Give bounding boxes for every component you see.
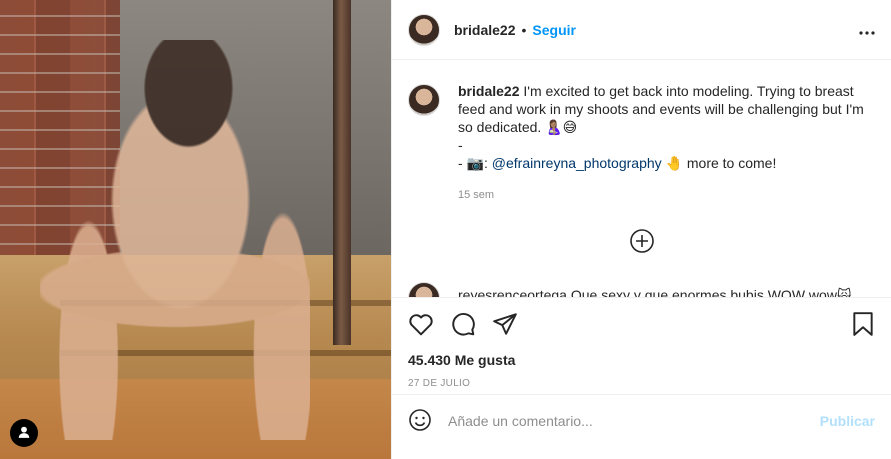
post-details-panel: bridale22 • Seguir bridale22 I'm excited… <box>391 0 891 459</box>
caption-timestamp[interactable]: 15 sem <box>458 186 875 204</box>
comment-item: reyesrenceortega Que sexy y que enormes … <box>408 282 852 297</box>
instagram-post: bridale22 • Seguir bridale22 I'm excited… <box>0 0 891 459</box>
post-date[interactable]: 27 DE JULIO <box>392 368 891 389</box>
share-paper-plane-icon[interactable] <box>492 312 518 336</box>
caption-username[interactable]: bridale22 <box>458 83 519 99</box>
caption-dash: - <box>458 137 463 153</box>
comments-section[interactable]: bridale22 I'm excited to get back into m… <box>392 60 891 297</box>
caption: bridale22 I'm excited to get back into m… <box>408 82 875 204</box>
follow-button[interactable]: Seguir <box>532 22 576 38</box>
like-heart-icon[interactable] <box>408 312 434 336</box>
tagged-users-button[interactable] <box>10 419 38 447</box>
photo-pole <box>333 0 351 345</box>
caption-avatar[interactable] <box>408 84 440 116</box>
post-photo[interactable] <box>0 0 391 459</box>
user-icon <box>17 425 31 442</box>
caption-text: I'm excited to get back into modeling. T… <box>458 83 864 135</box>
bookmark-save-icon[interactable] <box>851 311 875 337</box>
comment-input[interactable] <box>448 413 820 429</box>
add-comment-bar: Publicar <box>392 394 891 447</box>
avatar[interactable] <box>408 13 440 46</box>
publish-button[interactable]: Publicar <box>820 413 875 429</box>
post-header: bridale22 • Seguir <box>392 0 891 60</box>
photographer-mention-link[interactable]: @efrainreyna_photography <box>492 155 662 171</box>
comment-text: reyesrenceortega Que sexy y que enormes … <box>458 287 852 297</box>
emoji-smiley-icon[interactable] <box>408 408 432 435</box>
comment-bubble-icon[interactable] <box>450 311 476 337</box>
more-options-icon[interactable] <box>859 19 875 40</box>
caption-credit-line: - 📷: @efrainreyna_photography 🤚 more to … <box>458 154 875 172</box>
header-username[interactable]: bridale22 <box>454 22 515 38</box>
load-more-comments-icon[interactable] <box>629 228 655 254</box>
post-actions: 45.430 Me gusta 27 DE JULIO Publicar <box>392 297 891 447</box>
caption-credit-prefix: - 📷: <box>458 155 492 171</box>
likes-count[interactable]: 45.430 Me gusta <box>392 338 891 368</box>
photo-figure <box>40 40 310 440</box>
caption-credit-suffix: 🤚 more to come! <box>661 155 777 171</box>
comment-avatar[interactable] <box>408 282 440 297</box>
caption-body: bridale22 I'm excited to get back into m… <box>458 82 875 204</box>
action-icons <box>392 298 891 338</box>
header-separator: • <box>521 21 527 38</box>
